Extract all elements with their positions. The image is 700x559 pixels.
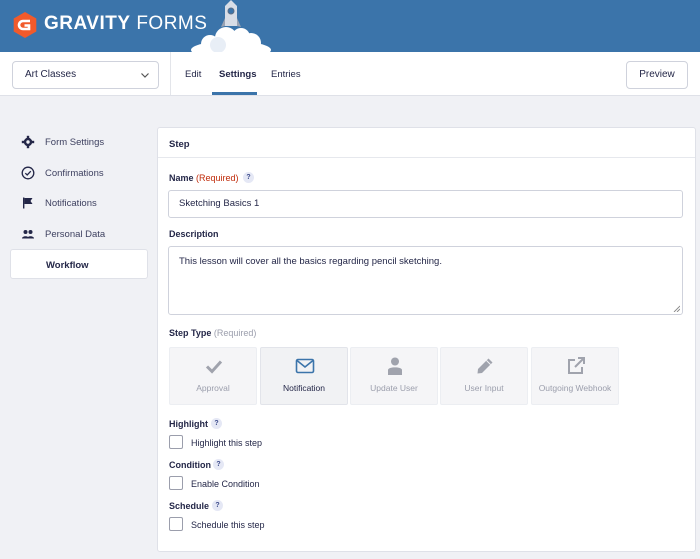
tab-edit[interactable]: Edit bbox=[185, 69, 201, 80]
form-switcher-value: Art Classes bbox=[25, 69, 77, 80]
panel-title: Step bbox=[169, 139, 190, 150]
sidebar-item-personal-data[interactable]: Personal Data bbox=[10, 219, 148, 249]
step-name-input[interactable]: Sketching Basics 1 bbox=[168, 190, 683, 218]
step-type-notification[interactable]: Notification bbox=[260, 347, 348, 405]
sidebar-item-workflow[interactable]: Workflow bbox=[10, 249, 148, 279]
sidebar-item-notifications[interactable]: Notifications bbox=[10, 188, 148, 218]
enable-condition-checkbox[interactable] bbox=[169, 476, 183, 490]
schedule-checkbox[interactable] bbox=[169, 517, 183, 531]
form-toolbar: Art Classes Edit Settings Entries Previe… bbox=[0, 52, 700, 96]
required-indicator: (Required) bbox=[196, 173, 239, 183]
condition-label: Condition bbox=[169, 460, 211, 470]
resize-handle-icon[interactable] bbox=[673, 305, 680, 312]
toolbar-divider bbox=[170, 52, 171, 95]
step-type-outgoing-webhook[interactable]: Outgoing Webhook bbox=[531, 347, 619, 405]
tab-settings[interactable]: Settings bbox=[219, 69, 256, 80]
checkmark-icon bbox=[205, 360, 223, 374]
user-icon bbox=[388, 357, 402, 375]
external-link-icon bbox=[568, 357, 585, 374]
condition-help-icon[interactable]: ? bbox=[213, 459, 224, 470]
gravity-forms-logo-icon bbox=[13, 12, 37, 38]
name-help-icon[interactable]: ? bbox=[243, 172, 254, 183]
form-switcher-select[interactable]: Art Classes bbox=[12, 61, 159, 89]
highlight-checkbox-label[interactable]: Highlight this step bbox=[191, 438, 262, 448]
description-field-label: Description bbox=[169, 229, 219, 239]
highlight-help-icon[interactable]: ? bbox=[211, 418, 222, 429]
sidebar-item-label: Form Settings bbox=[45, 137, 105, 148]
sidebar-item-confirmations[interactable]: Confirmations bbox=[10, 158, 148, 188]
envelope-icon bbox=[295, 358, 315, 374]
gear-icon bbox=[21, 135, 35, 149]
step-description-textarea[interactable]: This lesson will cover all the basics re… bbox=[168, 246, 683, 315]
rocket-illustration-icon bbox=[191, 0, 271, 52]
schedule-checkbox-label[interactable]: Schedule this step bbox=[191, 520, 265, 530]
preview-button[interactable]: Preview bbox=[626, 61, 688, 89]
sidebar-item-form-settings[interactable]: Form Settings bbox=[10, 127, 148, 157]
step-type-approval[interactable]: Approval bbox=[169, 347, 257, 405]
sidebar-item-label: Personal Data bbox=[45, 229, 106, 240]
sidebar-item-label: Notifications bbox=[45, 198, 97, 209]
step-settings-panel: Step Name (Required) ? Sketching Basics … bbox=[157, 127, 696, 552]
sidebar-item-label: Confirmations bbox=[45, 168, 104, 179]
flag-icon bbox=[23, 197, 33, 209]
schedule-help-icon[interactable]: ? bbox=[212, 500, 223, 511]
top-header-bar: GRAVITY FORMS bbox=[0, 0, 700, 52]
active-tab-indicator bbox=[212, 92, 257, 95]
required-indicator: (Required) bbox=[213, 328, 257, 338]
brand-name: GRAVITY FORMS bbox=[44, 13, 208, 34]
name-field-label: Name (Required) bbox=[169, 173, 239, 183]
highlight-label: Highlight bbox=[169, 419, 208, 429]
chevron-down-icon bbox=[141, 73, 149, 78]
step-type-label: Step Type (Required) bbox=[169, 328, 257, 338]
highlight-checkbox[interactable] bbox=[169, 435, 183, 449]
check-circle-icon bbox=[21, 166, 35, 180]
sidebar-item-label: Workflow bbox=[46, 260, 89, 271]
schedule-label: Schedule bbox=[169, 501, 210, 511]
enable-condition-checkbox-label[interactable]: Enable Condition bbox=[191, 479, 260, 489]
step-type-update-user[interactable]: Update User bbox=[350, 347, 438, 405]
people-icon bbox=[22, 230, 34, 239]
tab-entries[interactable]: Entries bbox=[271, 69, 301, 80]
step-type-user-input[interactable]: User Input bbox=[440, 347, 528, 405]
pencil-icon bbox=[477, 358, 493, 374]
panel-header: Step bbox=[158, 128, 695, 158]
